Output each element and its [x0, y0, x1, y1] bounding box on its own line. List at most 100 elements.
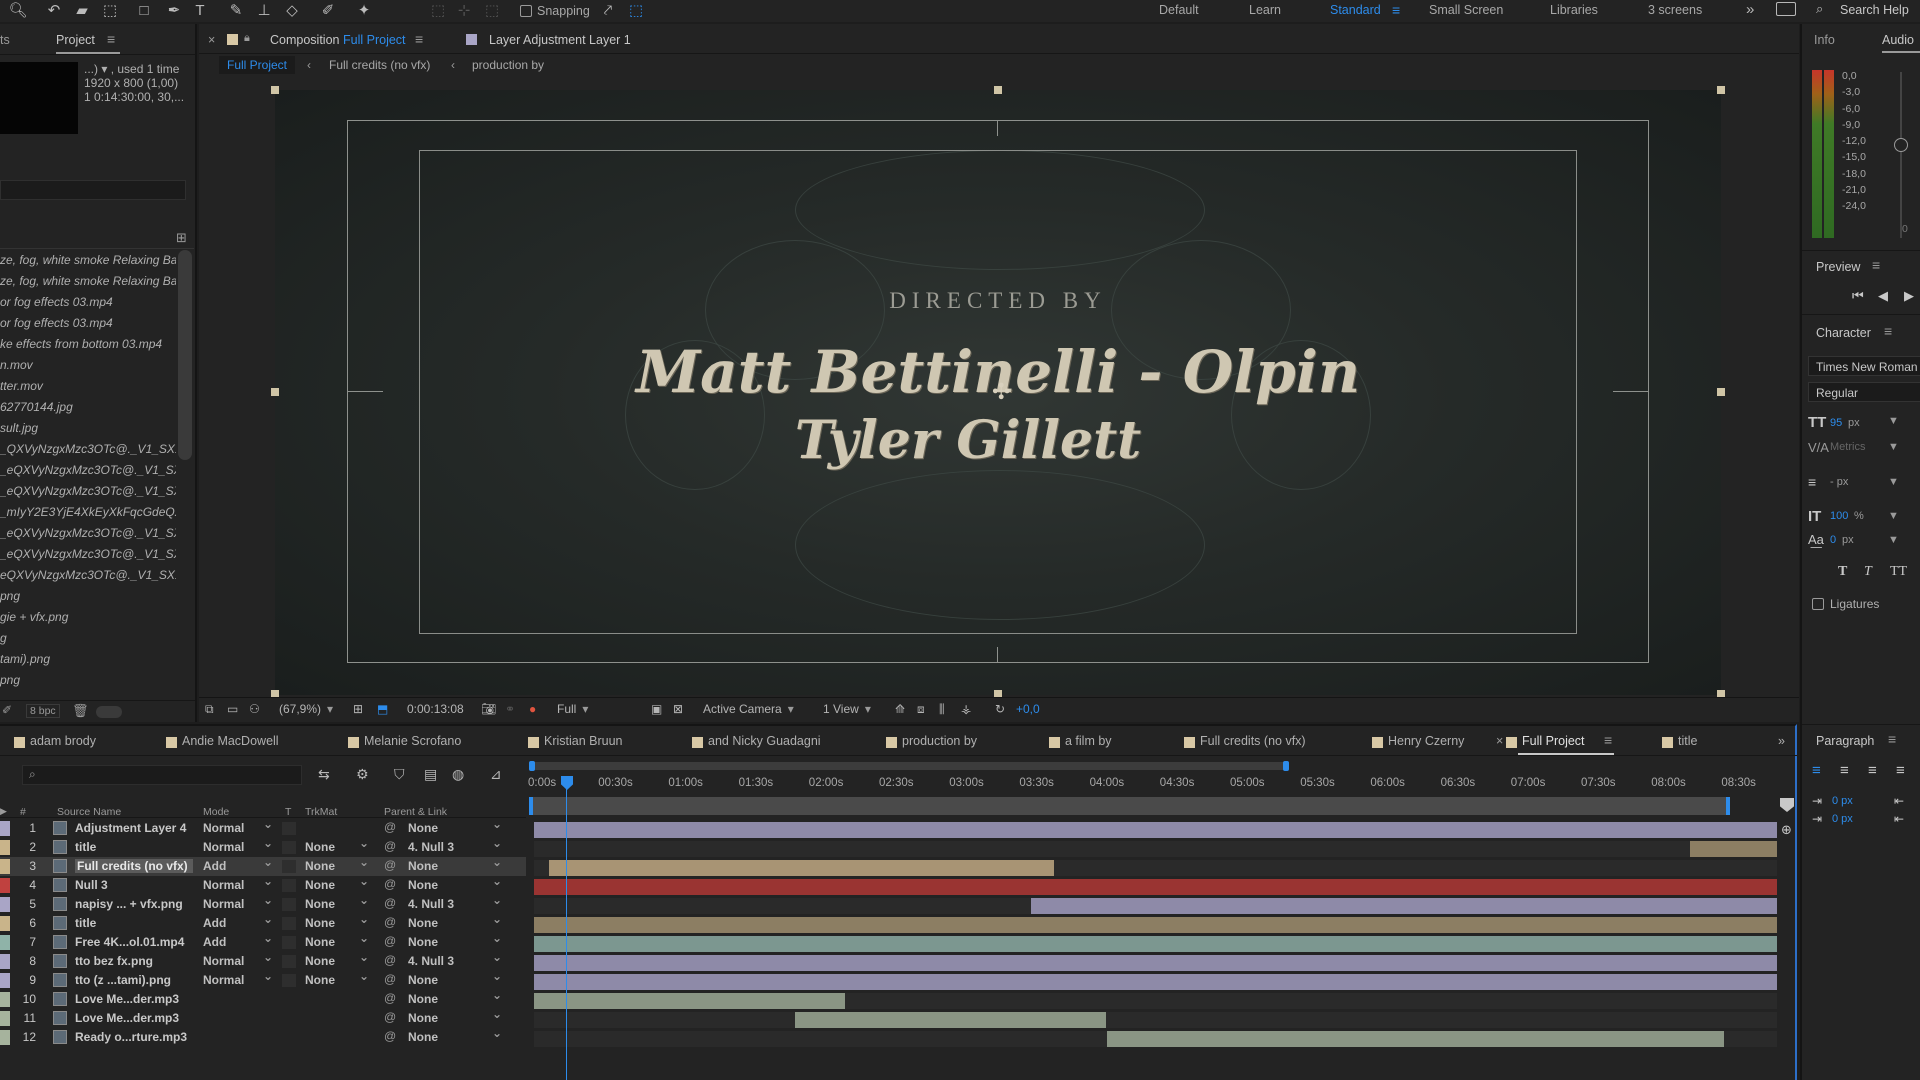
layer-duration-bar[interactable] — [548, 860, 1054, 876]
vertical-scale-dropdown-icon[interactable]: ▼ — [1888, 510, 1899, 522]
indent-first-line-value[interactable]: 0 px — [1832, 813, 1853, 825]
color-channels-icon[interactable]: ● — [529, 702, 536, 716]
grid-overlay-icon[interactable]: ⊞ — [353, 702, 363, 716]
toggle-pixel-aspect-icon[interactable]: ⟰ — [895, 702, 905, 716]
layer-duration-bar[interactable] — [534, 955, 1777, 971]
transform-handle[interactable] — [1717, 86, 1725, 94]
interpret-footage-icon[interactable]: ✐ — [2, 703, 12, 717]
close-comp-tab-icon[interactable]: × — [208, 33, 215, 47]
transform-handle[interactable] — [271, 86, 279, 94]
play-icon[interactable]: ▶ — [1904, 288, 1914, 304]
faux-bold-icon[interactable]: T — [1838, 564, 1847, 580]
snapping-checkbox[interactable] — [520, 5, 532, 17]
flowchart-icon[interactable]: ⊞ — [176, 230, 187, 246]
lock-icon[interactable]: 🔒︎ — [244, 32, 250, 45]
leading-value[interactable]: - px — [1830, 476, 1848, 488]
preview-menu-icon[interactable]: ≡ — [1872, 257, 1880, 273]
layer-duration-bar[interactable] — [534, 822, 1777, 838]
layer-duration-bar[interactable] — [1689, 841, 1777, 857]
view-layout-dropdown[interactable]: 1 View — [823, 702, 887, 716]
font-style-dropdown[interactable]: Regular — [1808, 382, 1920, 402]
kerning-value[interactable]: Metrics — [1830, 441, 1865, 453]
vr-glasses-icon[interactable]: ⚇ — [249, 702, 260, 716]
kerning-dropdown-icon[interactable]: ▼ — [1888, 441, 1899, 453]
search-help-icon[interactable]: ⌕ — [1816, 1, 1823, 17]
vertical-scale-value[interactable]: 100 — [1830, 510, 1848, 522]
project-file-item[interactable]: ke effects from bottom 03.mp4 — [0, 334, 176, 355]
justify-icon[interactable]: ≡ — [1896, 762, 1905, 779]
project-menu-icon[interactable]: ≡ — [107, 31, 115, 47]
layer-duration-bar[interactable] — [534, 993, 845, 1009]
align-right-icon[interactable]: ≡ — [1868, 762, 1877, 779]
project-file-item[interactable]: gie + vfx.png — [0, 607, 176, 628]
eraser-tool-icon[interactable]: ◇ — [280, 0, 304, 20]
brush-tool-icon[interactable]: ✎ — [224, 0, 248, 20]
pan-behind-tool-icon[interactable]: ⬚ — [98, 0, 122, 20]
project-scrollbar[interactable] — [178, 250, 192, 460]
layer-duration-bar[interactable] — [795, 1012, 1106, 1028]
transform-handle[interactable] — [1717, 388, 1725, 396]
baseline-shift-value[interactable]: 0 — [1830, 534, 1836, 546]
reset-exposure-icon[interactable]: ↻ — [995, 702, 1005, 716]
resolution-dropdown[interactable]: Full — [557, 702, 641, 716]
project-file-item[interactable]: or fog effects 03.mp4 — [0, 313, 176, 334]
workspace-3-screens[interactable]: 3 screens — [1648, 3, 1702, 17]
clone-stamp-tool-icon[interactable]: ⊥ — [252, 0, 276, 20]
audio-slider-handle[interactable] — [1894, 138, 1908, 152]
align-center-icon[interactable]: ≡ — [1840, 762, 1849, 779]
audio-slider-track[interactable] — [1900, 72, 1902, 238]
anchor-point-icon[interactable]: ✣ — [992, 379, 1010, 405]
monitor-icon[interactable]: ▭ — [227, 702, 238, 716]
layer-duration-bar[interactable] — [534, 936, 1777, 952]
project-file-item[interactable]: n.mov — [0, 355, 176, 376]
snapping-toggle[interactable]: Snapping — [520, 4, 590, 18]
more-workspaces-icon[interactable]: » — [1746, 1, 1754, 18]
project-file-item[interactable]: _eQXVyNzgxMzc3OTc@._V1_SX — [0, 544, 176, 565]
project-file-item[interactable]: 62770144.jpg — [0, 397, 176, 418]
project-file-item[interactable]: ze, fog, white smoke Relaxing Ba — [0, 250, 176, 271]
layer-duration-bar[interactable] — [534, 974, 1777, 990]
workspace-menu-icon[interactable]: ≡ — [1392, 2, 1400, 18]
layer-tab[interactable]: Layer Adjustment Layer 1 — [489, 33, 631, 47]
layer-duration-bar[interactable] — [1107, 1031, 1724, 1047]
font-size-value[interactable]: 95 — [1830, 417, 1842, 429]
transparency-grid-icon[interactable]: ⊠ — [673, 702, 683, 716]
previous-frame-icon[interactable]: ◀ — [1878, 288, 1888, 304]
ligatures-checkbox[interactable] — [1812, 598, 1824, 610]
breadcrumb-full-project[interactable]: Full Project — [219, 56, 296, 74]
project-file-item[interactable]: or fog effects 03.mp4 — [0, 292, 176, 313]
fast-previews-icon[interactable]: ⧈ — [917, 702, 925, 717]
project-file-item[interactable]: tter.mov — [0, 376, 176, 397]
rectangle-tool-icon[interactable]: □ — [132, 0, 156, 20]
tab-project[interactable]: Project — [56, 33, 95, 47]
snap-options-icon[interactable]: ⤤ — [596, 0, 620, 20]
tab-audio[interactable]: Audio — [1882, 33, 1914, 47]
font-family-dropdown[interactable]: Times New Roman — [1808, 356, 1920, 376]
region-of-interest-icon[interactable]: ▣ — [651, 702, 662, 716]
trash-icon[interactable]: 🗑︎ — [72, 703, 89, 719]
thumbnail-size-slider[interactable] — [96, 706, 122, 718]
project-file-item[interactable]: _eQXVyNzgxMzc3OTc@._V1_SX1 — [0, 523, 176, 544]
search-help-label[interactable]: Search Help — [1840, 3, 1909, 17]
paragraph-menu-icon[interactable]: ≡ — [1888, 731, 1896, 747]
roto-brush-tool-icon[interactable]: ✐ — [316, 0, 340, 20]
camera-tool-icon[interactable]: ▰ — [70, 0, 94, 20]
workspace-standard[interactable]: Standard — [1330, 3, 1381, 17]
project-file-item[interactable]: sult.jpg — [0, 418, 176, 439]
project-file-item[interactable]: _QXVyNzgxMzc3OTc@._V1_SX1 — [0, 439, 176, 460]
sync-settings-icon[interactable] — [1776, 2, 1796, 16]
transform-handle[interactable] — [271, 388, 279, 396]
tab-info[interactable]: Info — [1814, 33, 1835, 47]
layer-duration-bar[interactable] — [1031, 898, 1777, 914]
project-search-input[interactable] — [0, 180, 186, 200]
snap-target-icon[interactable]: ⬚ — [624, 0, 648, 20]
project-file-item[interactable]: eQXVyNzgxMzc3OTc@._V1_SX1 — [0, 565, 176, 586]
all-caps-icon[interactable]: TT — [1890, 564, 1907, 580]
workspace-libraries[interactable]: Libraries — [1550, 3, 1598, 17]
axis-view-icon[interactable]: ⬚ — [480, 0, 504, 20]
project-file-item[interactable]: png — [0, 586, 176, 607]
project-file-item[interactable]: _eQXVyNzgxMzc3OTc@._V1_SX — [0, 460, 176, 481]
magnification-dropdown[interactable]: (67,9%) — [279, 702, 333, 716]
breadcrumb-production-by[interactable]: production by — [472, 58, 544, 72]
project-file-item[interactable]: png — [0, 670, 176, 691]
